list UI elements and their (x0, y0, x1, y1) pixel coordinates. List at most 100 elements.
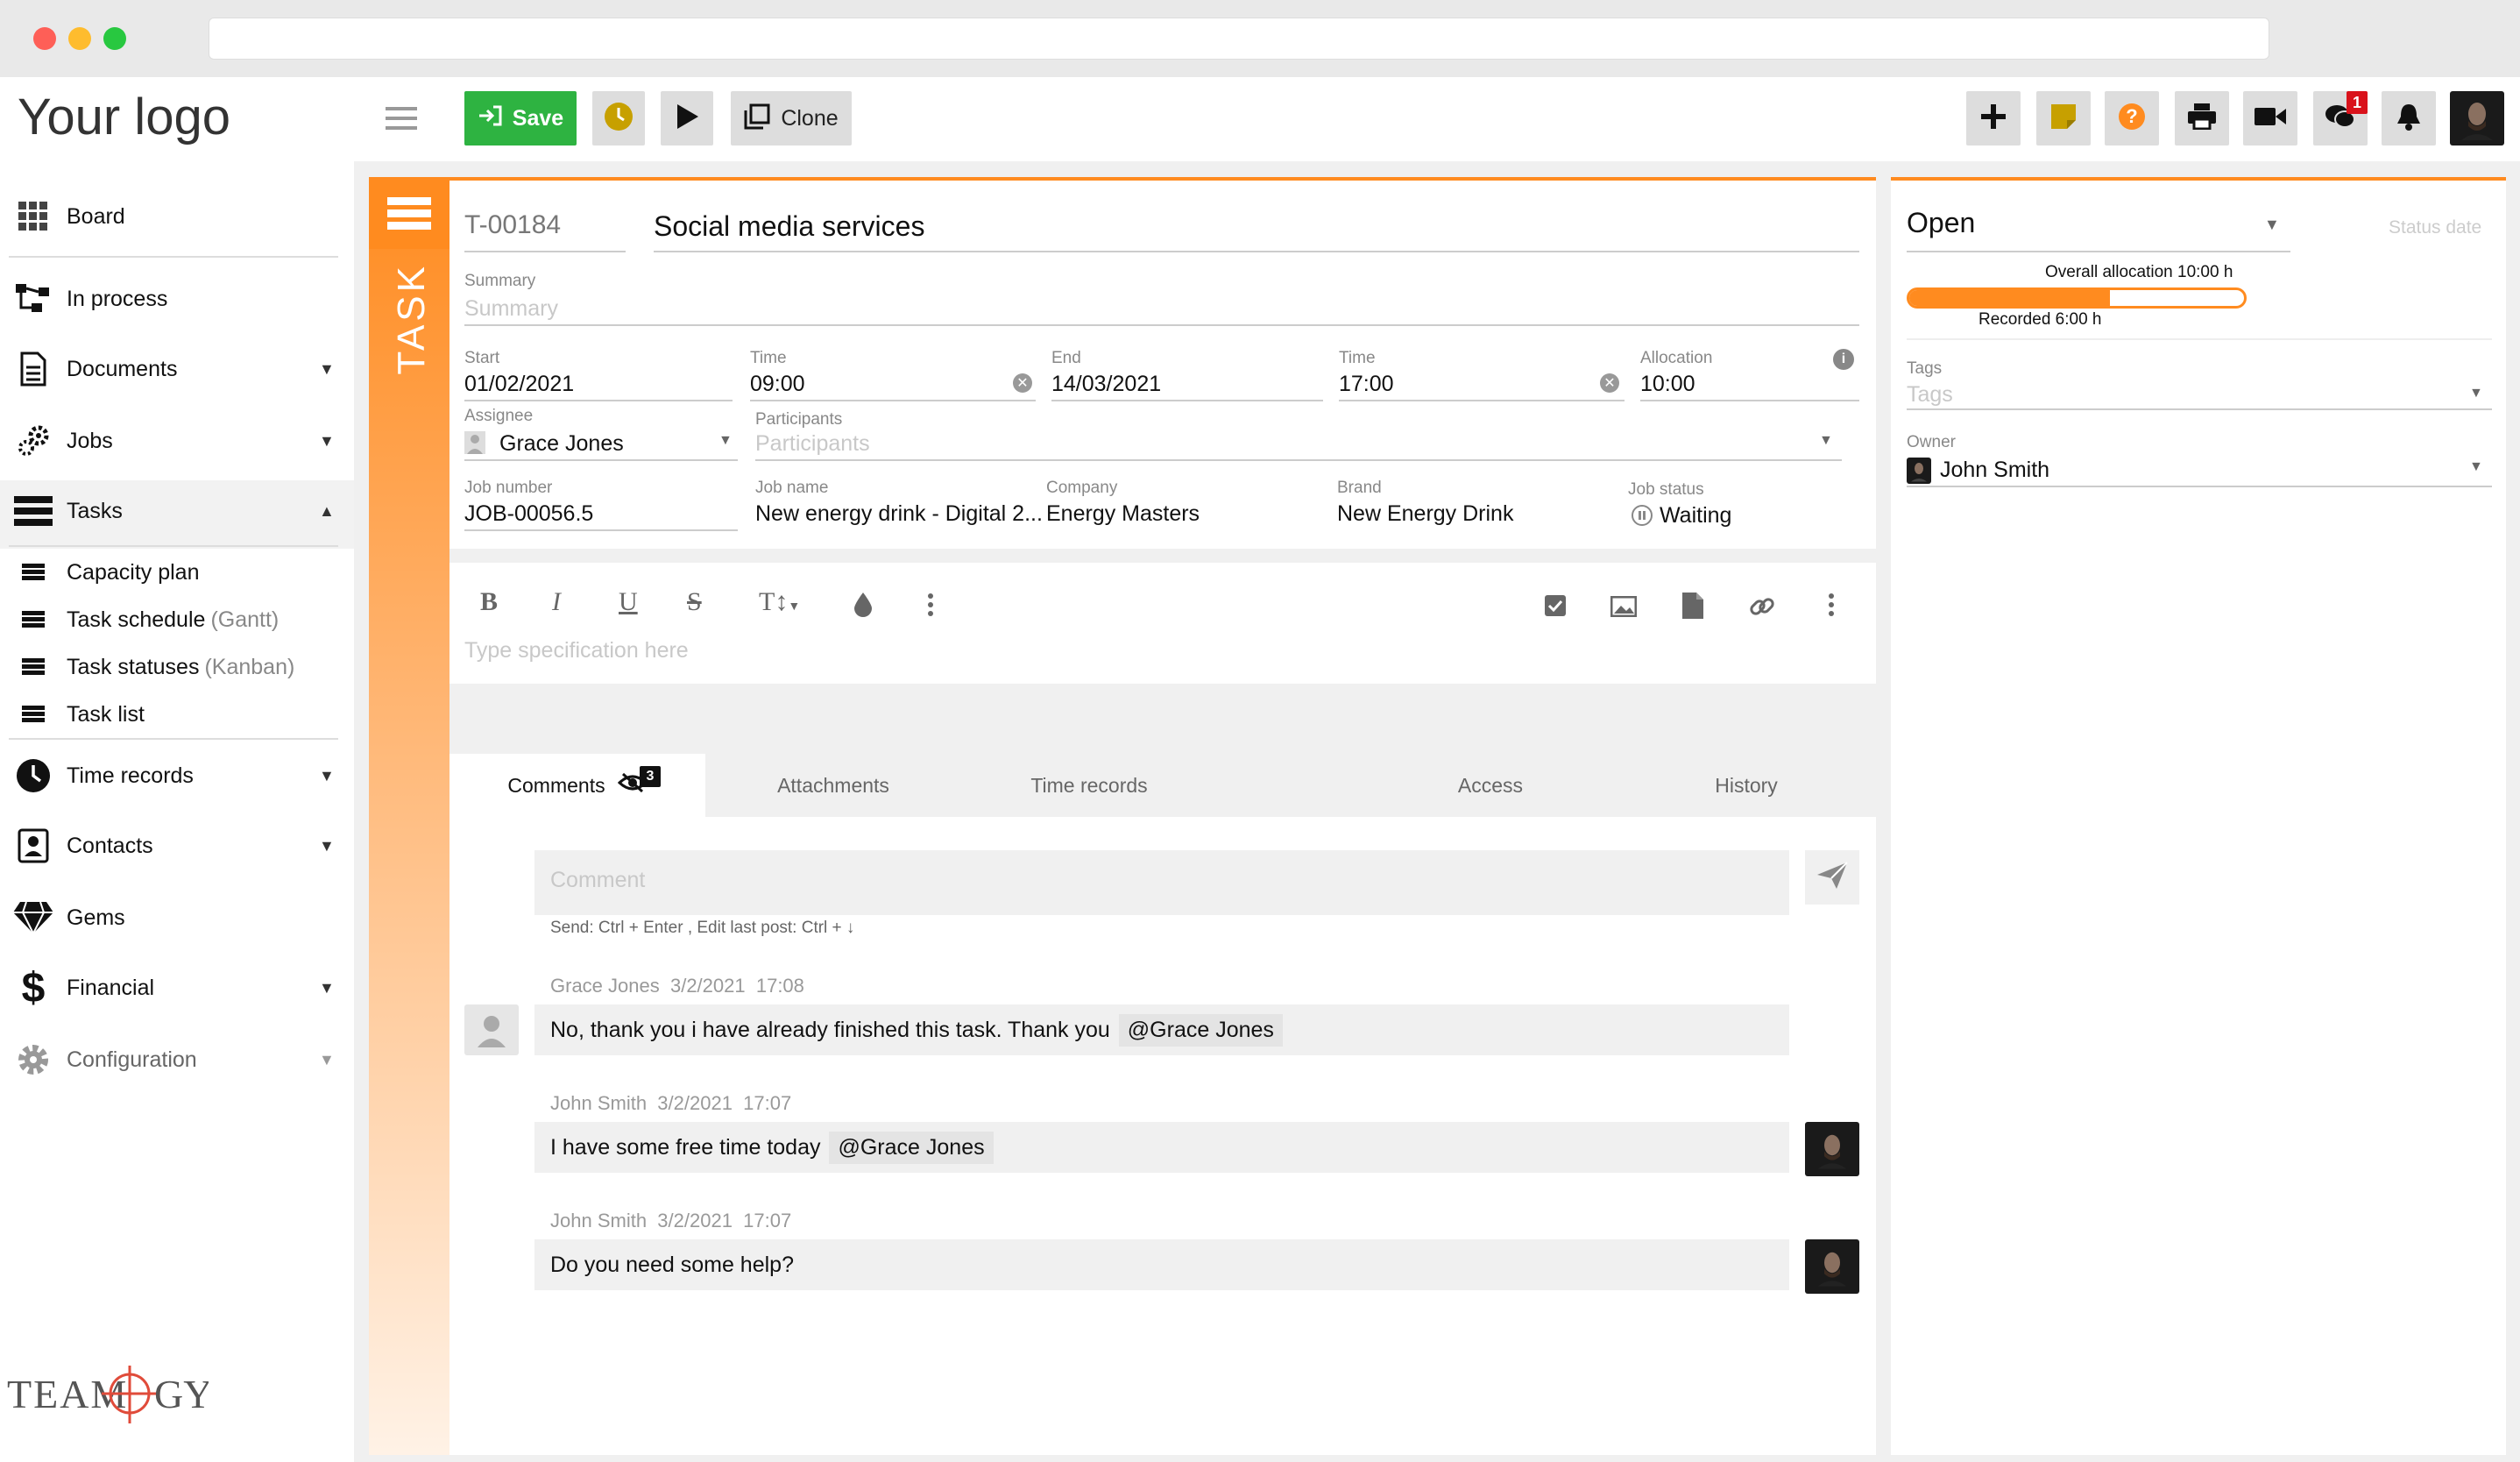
sidebar-item-board[interactable]: Board (0, 182, 354, 251)
strikethrough-icon[interactable]: S (687, 587, 702, 617)
company-label: Company (1046, 479, 1118, 497)
help-button[interactable]: ? (2105, 91, 2159, 145)
end-date-input[interactable]: 14/03/2021 (1051, 372, 1161, 397)
comment-bubble: Do you need some help? (534, 1239, 1789, 1290)
chevron-down-icon[interactable]: ▼ (319, 1051, 354, 1069)
sidebar-subitem-task-list[interactable]: Task list (0, 691, 354, 738)
more-vertical-icon[interactable] (1828, 593, 1835, 621)
video-call-button[interactable] (2243, 91, 2297, 145)
minimize-window-icon[interactable] (68, 27, 91, 50)
print-button[interactable] (2175, 91, 2229, 145)
tab-time-records[interactable]: Time records (961, 754, 1217, 817)
start-date-input[interactable]: 01/02/2021 (464, 372, 574, 397)
chevron-down-icon[interactable]: ▼ (718, 433, 733, 449)
summary-input[interactable]: Summary (464, 296, 558, 322)
tab-attachments[interactable]: Attachments (705, 754, 961, 817)
notifications-button[interactable] (2382, 91, 2436, 145)
sidebar-item-configuration[interactable]: Configuration ▼ (0, 1026, 354, 1094)
maximize-window-icon[interactable] (103, 27, 126, 50)
sidebar-subitem-task-schedule[interactable]: Task schedule (Gantt) (0, 596, 354, 643)
section-gap (449, 549, 1876, 563)
comment-author: John Smith (550, 1210, 648, 1231)
font-size-icon[interactable]: T↕▼ (759, 587, 800, 617)
login-arrow-icon (478, 105, 502, 132)
send-button[interactable] (1805, 850, 1859, 905)
timer-button[interactable] (592, 91, 645, 145)
chevron-down-icon[interactable]: ▼ (319, 837, 354, 855)
tab-access[interactable]: Access (1363, 754, 1618, 817)
company-value: Energy Masters (1046, 501, 1200, 526)
chevron-down-icon[interactable]: ▼ (319, 360, 354, 379)
start-time-input[interactable]: 09:00 (750, 372, 805, 397)
sticky-note-button[interactable] (2036, 91, 2091, 145)
color-drop-icon[interactable] (853, 593, 873, 621)
chevron-down-icon[interactable]: ▼ (2469, 386, 2483, 401)
chevron-down-icon[interactable]: ▼ (2264, 216, 2280, 234)
clone-button[interactable]: Clone (731, 91, 852, 145)
specification-editor[interactable]: Type specification here (464, 638, 689, 664)
assignee-select[interactable]: Grace Jones (499, 431, 624, 457)
hamburger-menu-icon[interactable] (386, 105, 417, 131)
task-title-input[interactable]: Social media services (654, 210, 924, 243)
cog-icon (0, 1042, 67, 1077)
bold-icon[interactable]: B (480, 587, 498, 617)
clear-end-time-icon[interactable]: ✕ (1600, 373, 1619, 393)
chevron-down-icon[interactable]: ▼ (319, 979, 354, 997)
sidebar-subitem-capacity-plan[interactable]: Capacity plan (0, 549, 354, 596)
end-time-input[interactable]: 17:00 (1339, 372, 1394, 397)
mention-link[interactable]: @Grace Jones (829, 1131, 994, 1164)
sidebar-item-time-records[interactable]: Time records ▼ (0, 742, 354, 810)
save-button[interactable]: Save (464, 91, 577, 145)
add-button[interactable] (1966, 91, 2021, 145)
info-icon[interactable]: i (1833, 349, 1854, 370)
underline (654, 251, 1859, 252)
owner-select[interactable]: John Smith (1940, 458, 2049, 483)
tags-select[interactable]: Tags (1907, 382, 1953, 408)
clear-start-time-icon[interactable]: ✕ (1013, 373, 1032, 393)
grey-band (449, 684, 1876, 754)
underline (464, 324, 1859, 326)
address-bar[interactable] (209, 18, 2269, 60)
sidebar-item-documents[interactable]: Documents ▼ (0, 335, 354, 403)
chevron-down-icon[interactable]: ▼ (319, 432, 354, 451)
user-avatar[interactable] (2450, 91, 2504, 145)
comment-input[interactable] (534, 850, 1789, 915)
tab-history[interactable]: History (1618, 754, 1874, 817)
list-bars-icon (0, 658, 67, 676)
comment-time: 17:08 (755, 975, 804, 997)
brand-label: Brand (1337, 479, 1382, 497)
sidebar-item-financial[interactable]: $ Financial ▼ (0, 954, 354, 1022)
comment-text: I have some free time today (550, 1134, 821, 1160)
sidebar-item-tasks[interactable]: Tasks ▲ (0, 477, 354, 545)
status-select[interactable]: Open (1907, 207, 1975, 239)
checkbox-icon[interactable] (1544, 594, 1567, 621)
tab-comments[interactable]: Comments (449, 754, 705, 817)
play-button[interactable] (661, 91, 713, 145)
sidebar-item-contacts[interactable]: Contacts ▼ (0, 812, 354, 880)
link-icon[interactable] (1749, 594, 1775, 623)
sidebar-item-gems[interactable]: Gems (0, 884, 354, 952)
allocation-input[interactable]: 10:00 (1640, 372, 1695, 397)
mention-link[interactable]: @Grace Jones (1118, 1013, 1283, 1047)
job-number-link[interactable]: JOB-00056.5 (464, 501, 593, 527)
chevron-down-icon[interactable]: ▼ (1819, 433, 1833, 449)
chevron-down-icon[interactable]: ▼ (319, 767, 354, 785)
plus-icon (1981, 103, 2006, 133)
allocation-progress-fill (1909, 290, 2111, 306)
italic-icon[interactable]: I (552, 587, 561, 617)
sidebar-item-jobs[interactable]: Jobs ▼ (0, 407, 354, 475)
sidebar-item-in-process[interactable]: In process (0, 265, 354, 333)
close-window-icon[interactable] (33, 27, 56, 50)
status-date-input[interactable]: Status date (2389, 217, 2481, 238)
sidebar-subitem-task-statuses[interactable]: Task statuses (Kanban) (0, 643, 354, 691)
file-icon[interactable] (1682, 593, 1703, 623)
overall-allocation-label: Overall allocation 10:00 h (2045, 263, 2233, 281)
chevron-down-icon[interactable]: ▼ (2469, 459, 2483, 475)
task-id: T-00184 (464, 210, 562, 239)
chevron-up-icon[interactable]: ▲ (319, 502, 354, 521)
image-icon[interactable] (1610, 595, 1638, 621)
more-vertical-icon[interactable] (927, 593, 934, 621)
owner-avatar (1907, 458, 1931, 484)
underline-icon[interactable]: U (619, 587, 638, 617)
participants-select[interactable]: Participants (755, 431, 870, 457)
